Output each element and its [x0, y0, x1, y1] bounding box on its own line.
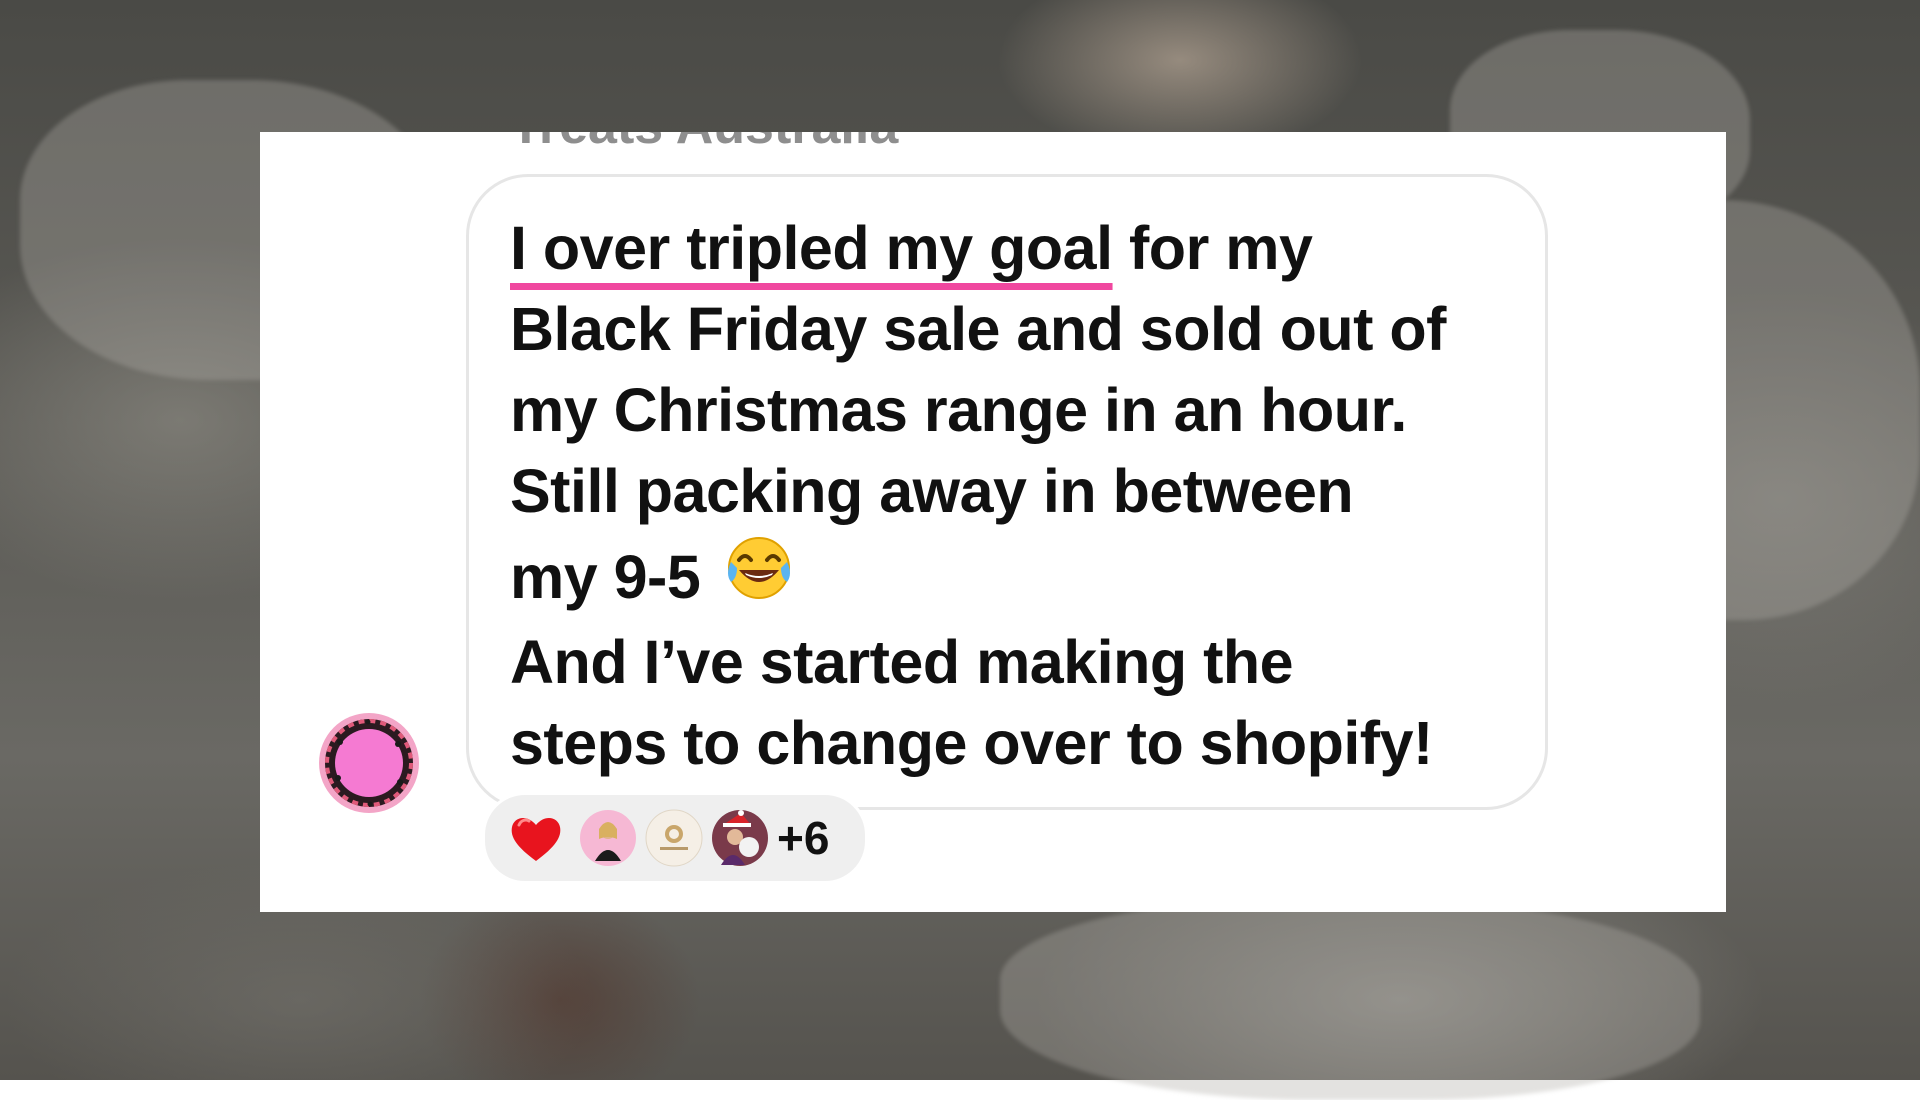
laughing-tears-emoji-icon: [723, 532, 795, 604]
highlighted-phrase: I over tripled my goal: [510, 214, 1113, 282]
message-line-5: my 9-5: [510, 532, 1540, 618]
commenter-avatar[interactable]: [318, 712, 420, 814]
reactor-avatar-2[interactable]: [645, 809, 703, 867]
red-heart-icon[interactable]: [507, 809, 565, 867]
reactor-avatar-1[interactable]: [579, 809, 637, 867]
message-line-4: Still packing away in between: [510, 457, 1354, 525]
message-line-5-text: my 9-5: [510, 543, 701, 611]
message-line-2: Black Friday sale and sold out of: [510, 295, 1447, 363]
message-line-6: And I’ve started making the: [510, 628, 1294, 696]
reactions-bar[interactable]: +6: [482, 792, 868, 884]
message-line-1: I over tripled my goal for my: [510, 208, 1540, 289]
reaction-count[interactable]: +6: [777, 805, 829, 871]
message-line-3: my Christmas range in an hour.: [510, 376, 1407, 444]
message-text: I over tripled my goal for my Black Frid…: [510, 208, 1540, 784]
comment-card: Treats Australia I over tripled my goal …: [260, 132, 1726, 912]
commenter-name[interactable]: Treats Australia: [510, 132, 898, 156]
reactor-avatar-3[interactable]: [711, 809, 769, 867]
message-line-7: steps to change over to shopify!: [510, 709, 1433, 777]
message-line-1-rest: for my: [1112, 214, 1313, 282]
